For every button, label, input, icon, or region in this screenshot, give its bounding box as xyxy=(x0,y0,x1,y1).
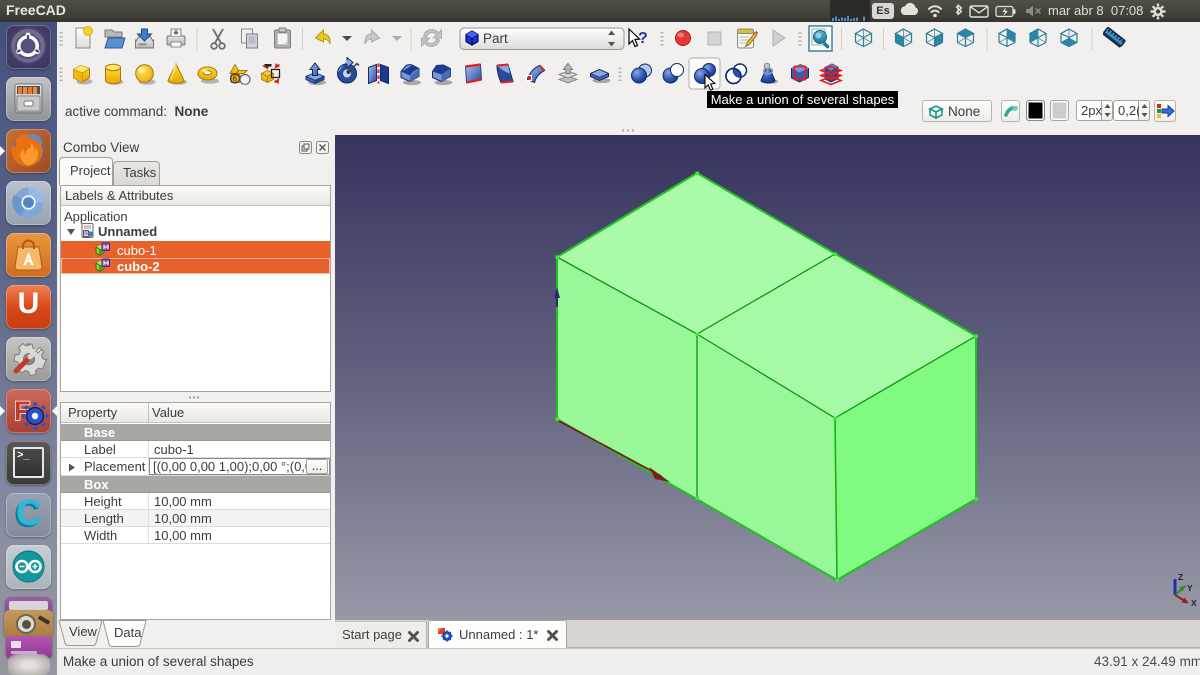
svg-text:View: View xyxy=(69,624,98,639)
svg-text:Data: Data xyxy=(114,625,142,640)
svg-text:Part: Part xyxy=(483,31,508,46)
svg-text:6: 6 xyxy=(233,75,238,84)
svg-text:C: C xyxy=(16,493,42,533)
svg-text:X: X xyxy=(1191,598,1197,608)
svg-text:Y: Y xyxy=(1187,583,1193,593)
svg-text:Z: Z xyxy=(1178,572,1183,582)
svg-text:?: ? xyxy=(638,30,648,47)
